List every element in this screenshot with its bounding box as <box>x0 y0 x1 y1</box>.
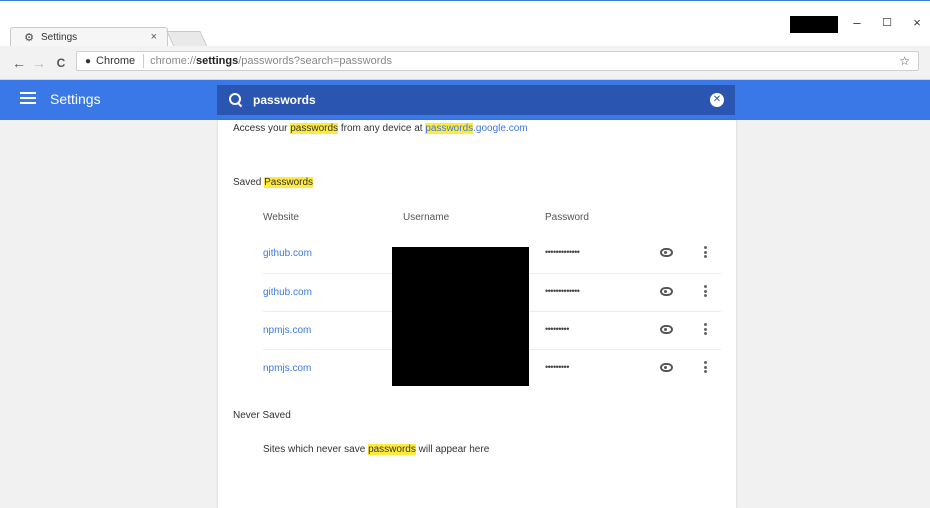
site-chip[interactable]: ● Chrome <box>77 54 145 68</box>
search-highlight: passwords <box>290 123 339 134</box>
column-website: Website <box>263 212 299 223</box>
forward-button[interactable]: → <box>30 55 48 71</box>
search-icon <box>229 93 243 107</box>
menu-icon[interactable] <box>20 90 36 106</box>
password-value: ••••••••• <box>545 324 569 334</box>
chip-label: Chrome <box>96 55 136 67</box>
tab-settings[interactable]: ⚙ Settings × <box>10 27 168 47</box>
never-saved-text: Sites which never save passwords will ap… <box>263 444 490 455</box>
page-title: Settings <box>50 91 101 107</box>
eye-icon[interactable] <box>660 363 673 372</box>
never-saved-heading: Never Saved <box>233 410 291 421</box>
website-link[interactable]: npmjs.com <box>263 325 311 336</box>
browser-window: ⚙ Settings × – ☐ × ← → C ● Chrome chrome… <box>0 0 930 508</box>
eye-icon[interactable] <box>660 325 673 334</box>
password-value: ••••••••••••• <box>545 286 580 296</box>
password-value: ••••••••• <box>545 362 569 372</box>
back-button[interactable]: ← <box>10 55 28 71</box>
title-bar: ⚙ Settings × – ☐ × <box>0 0 930 47</box>
toolbar: ← → C ● Chrome chrome://settings/passwor… <box>0 46 930 80</box>
tab-close-button[interactable]: × <box>151 31 157 43</box>
gear-icon: ⚙ <box>24 32 34 44</box>
settings-header: Settings passwords ✕ <box>0 80 930 120</box>
more-vert-icon[interactable] <box>704 246 707 258</box>
saved-passwords-heading: Saved Passwords <box>233 177 314 188</box>
minimize-button[interactable]: – <box>842 15 872 30</box>
url-text: chrome://settings/passwords?search=passw… <box>144 55 392 67</box>
url-path: /passwords?search=passwords <box>238 55 392 67</box>
column-password: Password <box>545 212 589 223</box>
new-tab-button[interactable] <box>166 31 208 47</box>
url-scheme: chrome:// <box>150 55 197 67</box>
username-redaction <box>392 247 529 386</box>
eye-icon[interactable] <box>660 248 673 257</box>
search-input[interactable]: passwords <box>253 93 316 107</box>
settings-search[interactable]: passwords ✕ <box>217 85 735 115</box>
sync-info: Access your passwords from any device at… <box>233 123 528 134</box>
website-link[interactable]: npmjs.com <box>263 363 311 374</box>
clear-search-icon[interactable]: ✕ <box>710 93 724 107</box>
bookmark-star-icon[interactable]: ☆ <box>899 54 910 68</box>
more-vert-icon[interactable] <box>704 323 707 335</box>
close-window-button[interactable]: × <box>902 15 930 30</box>
more-vert-icon[interactable] <box>704 285 707 297</box>
maximize-button[interactable]: ☐ <box>872 16 902 29</box>
more-vert-icon[interactable] <box>704 361 707 373</box>
reload-button[interactable]: C <box>52 56 70 70</box>
column-username: Username <box>403 212 450 223</box>
eye-icon[interactable] <box>660 287 673 296</box>
chrome-icon: ● <box>85 55 92 67</box>
passwords-google-link[interactable]: passwords.google.com <box>425 123 528 134</box>
website-link[interactable]: github.com <box>263 287 312 298</box>
tab-title: Settings <box>41 32 78 43</box>
website-link[interactable]: github.com <box>263 248 312 259</box>
url-host: settings <box>196 55 239 67</box>
password-value: ••••••••••••• <box>545 247 580 257</box>
address-bar[interactable]: ● Chrome chrome://settings/passwords?sea… <box>76 51 919 71</box>
profile-redacted[interactable] <box>790 16 838 33</box>
